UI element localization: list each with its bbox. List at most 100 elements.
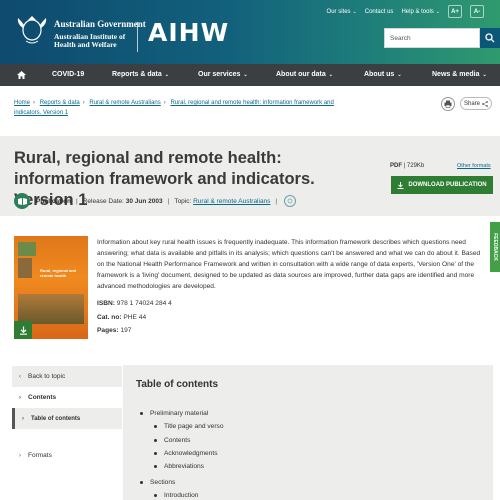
download-icon [397,181,404,189]
chevron-down-icon: ⌄ [482,72,487,78]
toc-item-label: Contents [164,436,191,444]
search-button[interactable] [480,28,500,48]
pages-value: 197 [120,327,132,334]
main-nav: COVID-19 Reports & data ⌄ Our services ⌄ A… [0,64,500,86]
nav-our-services[interactable]: Our services ⌄ [198,71,248,78]
report-facts: ISBN: 978 1 74024 284 4 Cat. no: PHE 44 … [97,297,172,338]
accessibility-icon[interactable] [284,195,297,207]
nav-about-our-data[interactable]: About our data ⌄ [276,71,333,78]
aihw-logo[interactable]: AIHW [148,18,229,47]
publication-icon [14,193,30,209]
font-increase-button[interactable]: A+ [448,5,462,18]
site-header: Australian Government Australian Institu… [0,0,500,64]
coat-of-arms-icon [17,16,47,44]
breadcrumb-rural-remote[interactable]: Rural & remote Australians [89,100,160,106]
toc-item[interactable]: Contents [140,434,224,447]
pages-row: Pages: 197 [97,324,172,338]
cat-no-row: Cat. no: PHE 44 [97,311,172,325]
home-icon [16,71,26,79]
header-divider [137,22,138,52]
back-to-topic-label: Back to topic [28,373,66,380]
toc-heading: Table of contents [136,379,219,390]
toc-item-label: Abbreviations [164,463,204,471]
font-decrease-button[interactable]: A- [470,5,484,18]
nav-news-media-label: News & media [432,71,480,78]
breadcrumb-separator: › [163,100,166,106]
feedback-tab[interactable]: FEEDBACK [490,222,500,272]
isbn-value: 978 1 74024 284 4 [116,300,172,307]
meta-separator: | [76,197,78,205]
utility-links: Our sites ⌄ Contact us Help & tools ⌄ A+ A… [327,5,484,18]
chevron-right-icon: › [19,394,21,401]
report-cover-image[interactable]: Rural, regional and remote health [14,236,88,339]
nav-about-us[interactable]: About us ⌄ [364,71,402,78]
chevron-down-icon: ⌄ [164,72,169,78]
toc-item[interactable]: Preliminary material [140,407,224,420]
search-icon [485,33,495,43]
publication-meta: Publication | Release Date: 30 Jun 2003 … [14,193,297,209]
bullet-icon [140,480,143,484]
other-formats-link[interactable]: Other formats [457,163,491,169]
share-button[interactable]: Share [460,97,492,110]
print-button[interactable] [441,97,455,111]
download-publication-button[interactable]: DOWNLOAD PUBLICATION [391,176,493,194]
meta-separator: | [167,197,170,205]
topic-link[interactable]: Rural & remote Australians [193,198,270,205]
breadcrumb: Home › Reports & data › Rural & remote Aus… [14,98,344,118]
toc-item-label: Introduction [164,491,199,499]
printer-icon [444,100,452,108]
pdf-size: 729Kb [406,163,425,169]
nav-covid[interactable]: COVID-19 [52,71,84,78]
bullet-icon [154,425,157,429]
release-label: Release Date: [82,197,124,205]
cover-photo [18,294,84,324]
pdf-format: PDF [390,163,402,169]
table-of-contents-label: Table of contents [31,415,81,422]
toc-item[interactable]: Sections [140,475,224,488]
toc-item[interactable]: Introduction [140,489,224,500]
chevron-right-icon: › [19,452,21,459]
toc-item[interactable]: Title page and verso [140,420,224,433]
bullet-icon [154,465,157,469]
breadcrumb-separator: › [33,100,36,106]
isbn-row: ISBN: 978 1 74024 284 4 [97,297,172,311]
breadcrumb-separator: › [82,100,85,106]
table-of-contents-link[interactable]: › Table of contents [15,408,122,429]
help-tools-link[interactable]: Help & tools ⌄ [401,9,440,15]
toc-item[interactable]: Abbreviations [140,460,224,473]
side-nav: ‹ Back to topic › Contents › Table of conte… [12,366,122,466]
nav-about-our-data-label: About our data [276,71,326,78]
download-label: DOWNLOAD PUBLICATION [408,182,487,188]
contact-us-link[interactable]: Contact us [365,9,394,15]
nav-reports-data[interactable]: Reports & data ⌄ [112,71,169,78]
release-date: 30 Jun 2003 [125,197,163,205]
agency-name-line: Australian Institute of Health and Welfa… [54,32,126,49]
toc-active-indicator: › Table of contents [12,408,122,429]
back-to-topic-link[interactable]: ‹ Back to topic [12,366,122,387]
bullet-icon [154,452,157,456]
our-sites-link[interactable]: Our sites ⌄ [327,9,357,15]
gov-name-line: Australian Government [54,19,146,29]
meta-separator: | [275,197,278,205]
topic-label: Topic: [174,197,192,205]
pdf-info: PDF | 729Kb [390,163,425,169]
formats-toggle[interactable]: › Formats [12,445,122,466]
cover-download-button[interactable] [14,321,32,339]
nav-news-media[interactable]: News & media ⌄ [432,71,487,78]
chevron-down-icon: ⌄ [352,8,357,15]
toc-item-label: Sections [150,478,176,486]
search-input[interactable]: Search [384,28,480,48]
contents-toggle[interactable]: › Contents [12,387,122,408]
share-label: Share [463,100,480,107]
isbn-label: ISBN: [97,300,115,307]
side-nav-spacer [12,429,122,445]
toc-item[interactable]: Acknowledgments [140,447,224,460]
toc-item-label: Preliminary material [150,410,209,418]
breadcrumb-home[interactable]: Home [14,100,30,106]
government-name[interactable]: Australian Government Australian Institu… [54,19,146,49]
toc-item-label: Acknowledgments [164,450,218,458]
cat-no-label: Cat. no: [97,313,122,321]
home-button[interactable] [0,71,42,79]
breadcrumb-reports-data[interactable]: Reports & data [40,100,80,106]
nav-about-us-label: About us [364,71,395,78]
